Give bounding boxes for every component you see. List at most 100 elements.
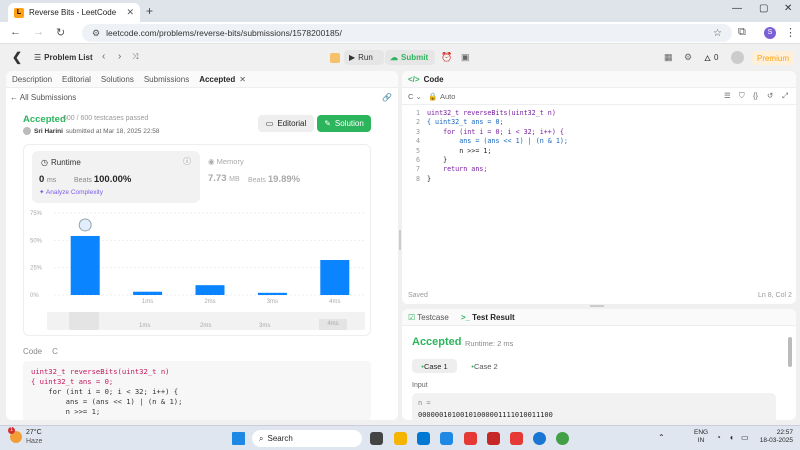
cursor-position: Ln 8, Col 2 [758,292,792,299]
streak-counter[interactable]: 🜂 0 [704,50,718,65]
close-window-icon[interactable]: ✕ [784,3,792,14]
language-select[interactable]: C ⌄ [408,92,422,101]
vertical-resize-handle[interactable] [590,305,604,307]
prev-problem-icon[interactable]: ‹ [102,51,105,62]
all-submissions-link[interactable]: ← All Submissions [10,93,76,102]
search-icon: ⌕ [259,433,264,443]
code-line: n >>= 1; [427,146,492,155]
tab-accepted[interactable]: Accepted [199,75,235,84]
left-tabs: Description Editorial Solutions Submissi… [6,71,398,88]
chart-bar[interactable] [195,285,225,295]
task-view-icon[interactable] [370,432,383,445]
chart-scroll-bar[interactable]: 1ms 2ms 3ms 4ms [47,312,365,330]
auto-mode[interactable]: Auto [440,92,455,101]
format-icon[interactable]: ☰ [724,91,731,100]
braces-icon[interactable]: {} [753,91,758,100]
notes-icon[interactable]: ▣ [461,52,470,63]
wifi-icon[interactable]: ◔ [716,433,721,442]
input-box: n = 00000010100101000001111010011100 [412,393,776,420]
extensions-icon[interactable]: ⧉ [738,26,746,39]
user-avatar[interactable] [731,51,744,64]
language-indicator[interactable]: ENG IN [694,429,708,445]
scrollbar-thumb[interactable] [788,337,792,367]
scroll-thumb[interactable] [69,312,99,330]
tab-solutions[interactable]: Solutions [101,75,134,84]
battery-icon[interactable]: ▭ [741,433,749,442]
tray-chevron-icon[interactable]: ⌃ [658,433,665,442]
debug-icon[interactable] [330,53,340,63]
chart-bar[interactable] [70,235,100,295]
star-icon[interactable]: ☆ [713,28,722,39]
maximize-icon[interactable]: ▢ [759,3,768,14]
minimize-icon[interactable]: — [732,3,742,14]
shuffle-icon[interactable]: ⤨ [132,52,138,62]
reload-icon[interactable]: ↻ [56,26,65,39]
tab-testcase[interactable]: ☑ Testcase [408,313,449,322]
run-button[interactable]: ▶ Run [344,50,384,65]
forward-icon[interactable]: → [33,26,44,38]
back-icon[interactable]: ← [10,26,21,38]
line-number: 8 [415,174,420,183]
youtube-icon[interactable] [510,432,523,445]
runtime-value: 0 ms [39,174,57,185]
analyze-complexity-link[interactable]: ✦ Analyze Complexity [39,188,103,196]
app-icon[interactable] [440,432,453,445]
submission-status: Accepted [23,114,66,125]
profile-avatar[interactable]: S [764,27,776,39]
next-problem-icon[interactable]: › [118,51,121,62]
new-tab-icon[interactable]: + [146,4,153,18]
line-number: 1 [415,109,420,117]
editorial-button[interactable]: ▭ Editorial [258,115,314,132]
fullscreen-icon[interactable]: ⤢ [782,91,788,101]
chart-bar[interactable] [257,292,287,295]
testcases-passed: 600 / 600 testcases passed [63,115,149,122]
tab-description[interactable]: Description [12,75,52,84]
back-arrow-icon: ← [10,93,20,102]
code-line: n >>= 1; [31,407,101,416]
runtime-card[interactable]: ◷ Runtime ⓘ 0 ms Beats 100.00% ✦ Analyze… [32,151,200,203]
solution-button[interactable]: ✎ Solution [317,115,371,132]
url-field[interactable]: ⚙ leetcode.com/problems/reverse-bits/sub… [82,24,732,42]
chart-bar[interactable] [133,291,163,295]
premium-button[interactable]: Premium [752,51,794,65]
code-editor[interactable]: 1 uint32_t reverseBits(uint32_t n) 2 { u… [402,109,796,239]
panel-resize-handle[interactable] [399,230,401,250]
case-1-tab[interactable]: • Case 1 [412,359,457,373]
edge-icon[interactable] [533,432,546,445]
memory-label[interactable]: ◉ Memory [208,157,244,166]
tab-close-icon[interactable]: ✕ [239,75,246,84]
settings-icon[interactable]: ⚙ [684,52,692,63]
leetcode-logo-icon[interactable]: ❮ [12,50,22,64]
file-explorer-icon[interactable] [394,432,407,445]
share-link-icon[interactable]: 🔗 [382,93,392,102]
layout-icon[interactable]: ▦ [664,52,673,63]
tab-submissions[interactable]: Submissions [144,75,189,84]
clock-icon: ◷ [41,158,48,167]
store-icon[interactable] [417,432,430,445]
line-number: 7 [415,165,420,174]
reset-icon[interactable]: ↺ [767,91,773,100]
case-2-tab[interactable]: • Case 2 [462,359,507,373]
mail-icon[interactable] [487,432,500,445]
volume-icon[interactable]: ◖ [729,433,734,442]
site-info-icon[interactable]: ⚙ [92,28,100,39]
chrome-icon[interactable] [556,432,569,445]
tab-editorial[interactable]: Editorial [62,75,91,84]
info-icon[interactable]: ⓘ [183,156,191,167]
menu-icon[interactable]: ⋮ [785,26,796,39]
problem-list-button[interactable]: ☰ Problem List [34,50,93,65]
bookmark-icon[interactable]: ⛉ [739,91,745,101]
chart-bar[interactable] [320,260,350,295]
timer-icon[interactable]: ⏰ [441,52,452,63]
browser-tab[interactable]: L Reverse Bits - LeetCode ✕ [8,3,140,22]
clock[interactable]: 22:57 18-03-2025 [755,429,793,445]
code-editor-panel: </> Code C ⌄ 🔒 Auto ☰ ⛉ {} ↺ ⤢ 1 uint32_… [402,71,796,304]
user-marker-avatar [78,218,92,232]
taskbar-search[interactable]: ⌕ Search [252,430,362,447]
submit-button[interactable]: ☁ Submit [385,50,435,65]
tab-close-icon[interactable]: ✕ [126,7,134,18]
windows-start-icon[interactable] [232,432,245,445]
tab-test-result[interactable]: >_ Test Result [461,313,515,322]
mcafee-icon[interactable] [464,432,477,445]
author-avatar [23,127,31,135]
